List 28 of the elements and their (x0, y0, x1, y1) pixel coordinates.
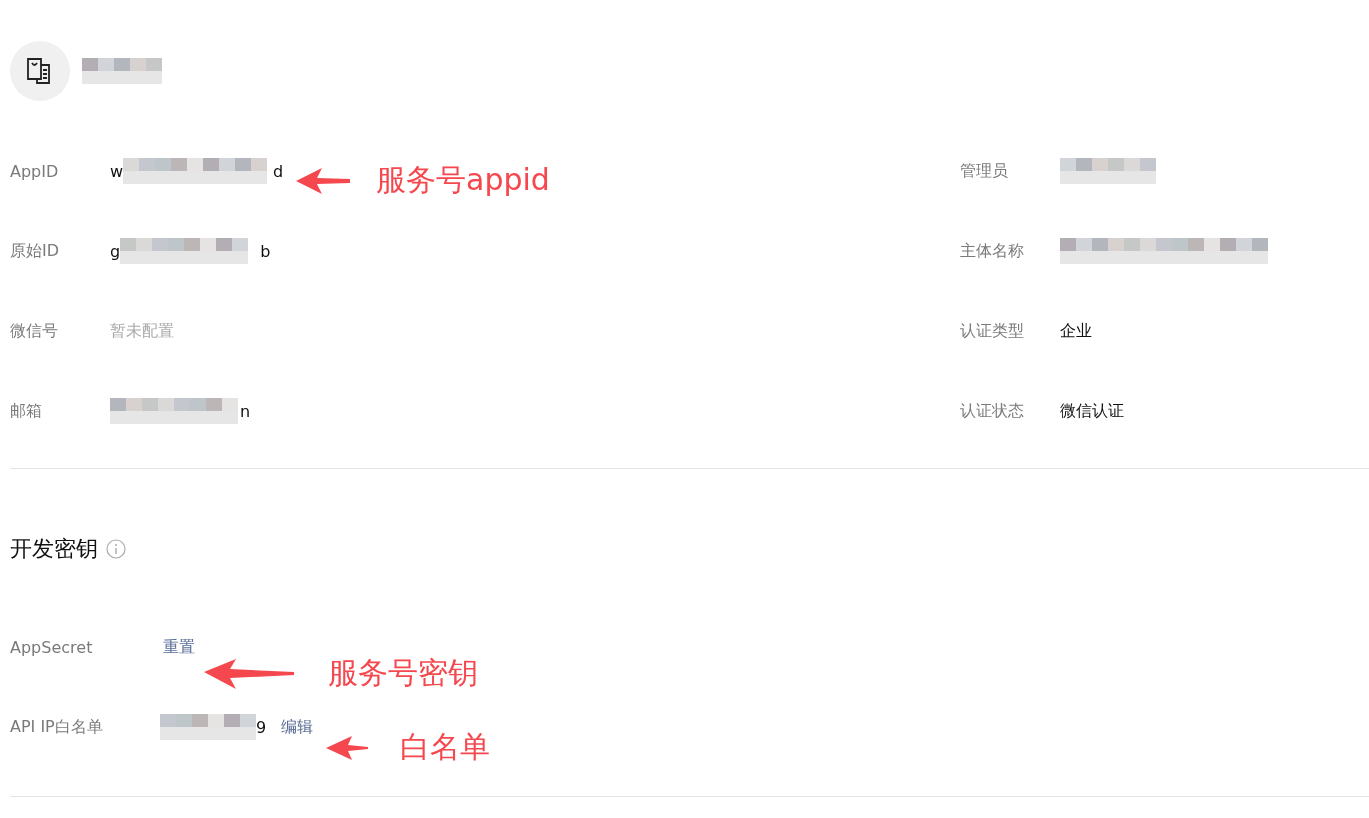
annotation-label: 服务号密钥 (328, 654, 478, 692)
field-label: 主体名称 (960, 240, 1025, 262)
field-label: 邮箱 (10, 400, 43, 422)
field-label: 认证类型 (960, 320, 1025, 342)
section-title: 开发密钥 (10, 535, 98, 563)
annotation-label: 白名单 (400, 728, 490, 766)
field-label: 微信号 (10, 320, 59, 342)
info-icon[interactable] (106, 539, 126, 559)
field-label: 原始ID (10, 240, 61, 262)
field-value: b (260, 241, 271, 261)
field-value: 微信认证 (1060, 400, 1124, 422)
field-label: 管理员 (960, 160, 1009, 182)
field-value: n (240, 401, 251, 421)
field-label: 认证状态 (960, 400, 1025, 422)
field-label: AppSecret (10, 637, 94, 657)
field-value: w (110, 161, 124, 181)
action-link[interactable]: 编辑 (281, 716, 314, 738)
field-value: d (273, 161, 284, 181)
action-link[interactable]: 重置 (163, 636, 195, 658)
field-value: g (110, 241, 121, 261)
field-value: 9 (256, 717, 267, 737)
annotation-arrow (326, 734, 370, 761)
field-value: 企业 (1060, 320, 1092, 342)
field-value: 暂未配置 (110, 320, 174, 342)
annotation-label: 服务号appid (376, 161, 550, 199)
field-label: AppID (10, 161, 60, 181)
field-label: API IP白名单 (10, 716, 104, 738)
annotation-arrow (296, 166, 350, 195)
